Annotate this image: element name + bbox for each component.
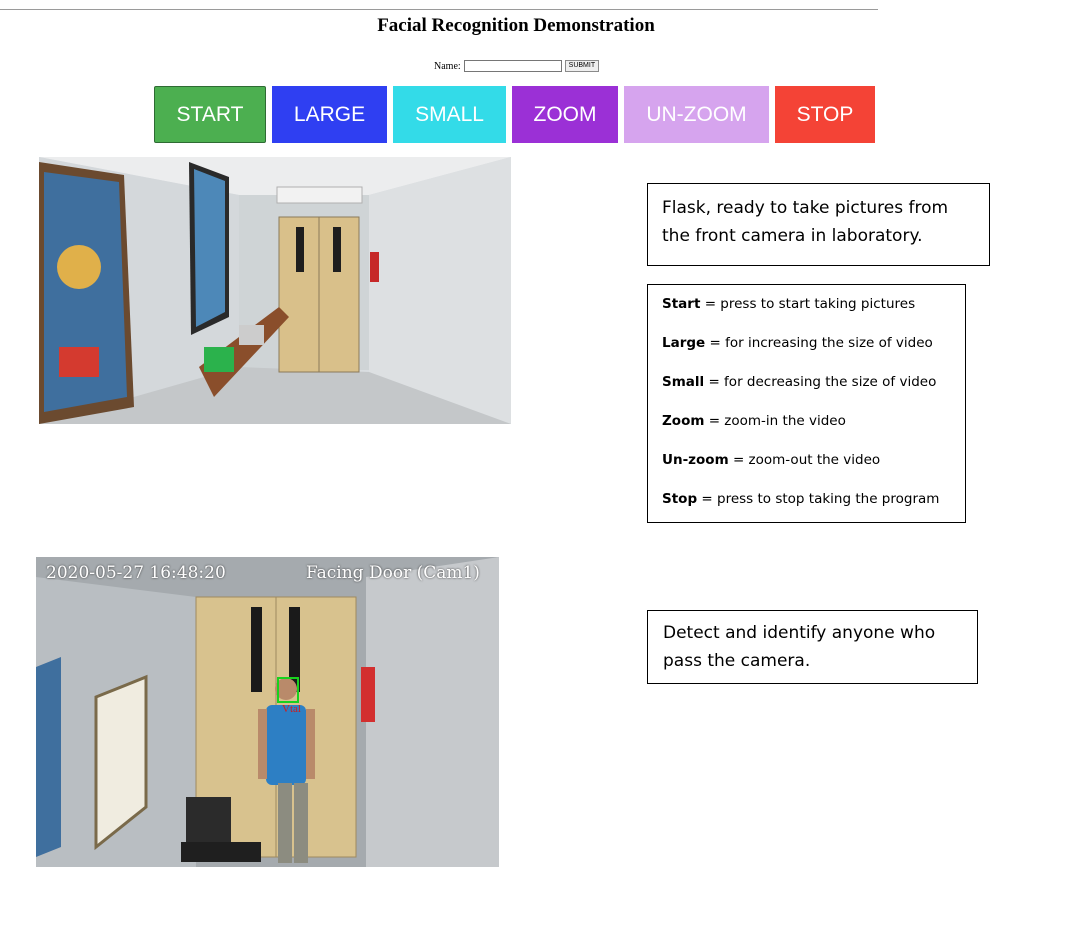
name-input[interactable] <box>463 60 562 72</box>
zoom-button[interactable]: ZOOM <box>512 86 618 143</box>
unzoom-button[interactable]: UN-ZOOM <box>624 86 769 143</box>
start-button[interactable]: START <box>154 86 266 143</box>
legend-item-stop: Stop = press to stop taking the program <box>662 491 940 507</box>
face-identity-label: Vtal <box>282 703 301 715</box>
camera-label: Facing Door (Cam1) <box>306 563 480 583</box>
legend-item-small: Small = for decreasing the size of video <box>662 374 937 390</box>
detection-camera-image: 2020-05-27 16:48:20 Facing Door (Cam1) V… <box>36 557 499 867</box>
large-button[interactable]: LARGE <box>272 86 387 143</box>
name-form: Name: SUBMIT <box>434 59 600 73</box>
intro-info-box: Flask, ready to take pictures from the f… <box>647 183 990 266</box>
legend-item-large: Large = for increasing the size of video <box>662 335 933 351</box>
small-button[interactable]: SMALL <box>393 86 506 143</box>
legend-item-unzoom: Un-zoom = zoom-out the video <box>662 452 881 468</box>
name-label: Name: <box>434 60 461 72</box>
top-divider <box>0 9 878 10</box>
lab-hallway-image <box>39 157 511 424</box>
detect-info-box: Detect and identify anyone who pass the … <box>647 610 978 684</box>
camera-timestamp: 2020-05-27 16:48:20 <box>46 563 226 583</box>
stop-button[interactable]: STOP <box>775 86 875 143</box>
legend-item-zoom: Zoom = zoom-in the video <box>662 413 846 429</box>
legend-item-start: Start = press to start taking pictures <box>662 296 916 312</box>
face-detection-box <box>277 677 299 703</box>
detection-illustration <box>36 557 499 867</box>
controls-legend-box: Start = press to start taking pictures L… <box>647 284 966 523</box>
submit-button[interactable]: SUBMIT <box>564 60 600 72</box>
hallway-illustration <box>39 157 511 424</box>
page-title: Facial Recognition Demonstration <box>377 15 655 36</box>
